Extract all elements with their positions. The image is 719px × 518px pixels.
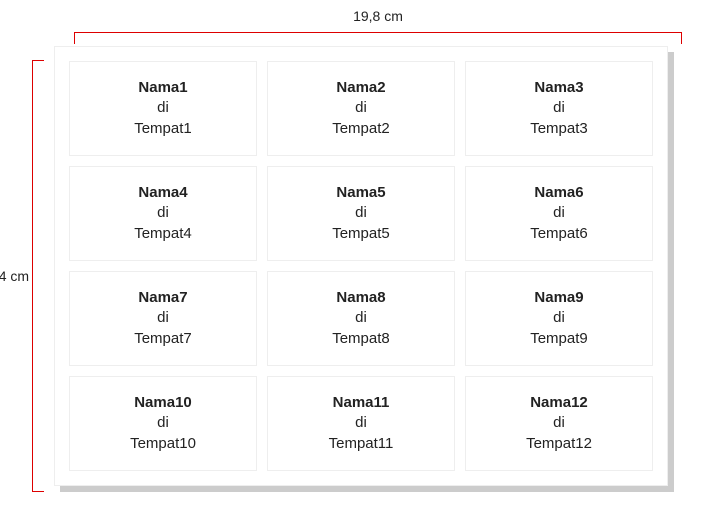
- label-place: Tempat2: [332, 119, 390, 139]
- label-separator: di: [355, 413, 367, 433]
- label-name: Nama12: [530, 393, 588, 413]
- label-cell: Nama11 di Tempat11: [267, 376, 455, 471]
- label-place: Tempat12: [526, 434, 592, 454]
- label-place: Tempat7: [134, 329, 192, 349]
- label-name: Nama9: [534, 288, 583, 308]
- label-cell: Nama10 di Tempat10: [69, 376, 257, 471]
- height-dimension-bracket: [32, 60, 44, 492]
- label-cell: Nama5 di Tempat5: [267, 166, 455, 261]
- label-place: Tempat9: [530, 329, 588, 349]
- label-place: Tempat8: [332, 329, 390, 349]
- label-cell: Nama4 di Tempat4: [69, 166, 257, 261]
- label-separator: di: [157, 98, 169, 118]
- label-separator: di: [553, 413, 565, 433]
- label-cell: Nama7 di Tempat7: [69, 271, 257, 366]
- height-dimension-label: 14 cm: [0, 60, 30, 492]
- label-cell: Nama2 di Tempat2: [267, 61, 455, 156]
- label-separator: di: [355, 98, 367, 118]
- width-dimension-bracket: [74, 32, 682, 44]
- label-name: Nama10: [134, 393, 192, 413]
- diagram-stage: 19,8 cm 14 cm Nama1 di Tempat1 Nama2 di …: [0, 0, 719, 518]
- label-cell: Nama3 di Tempat3: [465, 61, 653, 156]
- label-cell: Nama1 di Tempat1: [69, 61, 257, 156]
- label-place: Tempat11: [329, 434, 394, 454]
- label-name: Nama1: [138, 78, 187, 98]
- label-separator: di: [355, 308, 367, 328]
- width-dimension-label: 19,8 cm: [74, 8, 682, 24]
- label-name: Nama11: [333, 393, 390, 413]
- label-place: Tempat6: [530, 224, 588, 244]
- label-cell: Nama6 di Tempat6: [465, 166, 653, 261]
- label-cell: Nama12 di Tempat12: [465, 376, 653, 471]
- label-name: Nama5: [336, 183, 385, 203]
- label-grid: Nama1 di Tempat1 Nama2 di Tempat2 Nama3 …: [69, 61, 653, 471]
- label-place: Tempat10: [130, 434, 196, 454]
- label-name: Nama8: [336, 288, 385, 308]
- label-place: Tempat3: [530, 119, 588, 139]
- label-name: Nama2: [336, 78, 385, 98]
- label-separator: di: [553, 203, 565, 223]
- label-name: Nama7: [138, 288, 187, 308]
- label-place: Tempat4: [134, 224, 192, 244]
- label-cell: Nama8 di Tempat8: [267, 271, 455, 366]
- label-separator: di: [157, 203, 169, 223]
- label-place: Tempat1: [134, 119, 192, 139]
- label-name: Nama3: [534, 78, 583, 98]
- label-sheet: Nama1 di Tempat1 Nama2 di Tempat2 Nama3 …: [54, 46, 668, 486]
- label-name: Nama6: [534, 183, 583, 203]
- label-cell: Nama9 di Tempat9: [465, 271, 653, 366]
- label-separator: di: [355, 203, 367, 223]
- label-name: Nama4: [138, 183, 187, 203]
- label-place: Tempat5: [332, 224, 390, 244]
- label-separator: di: [553, 98, 565, 118]
- label-separator: di: [157, 413, 169, 433]
- label-separator: di: [157, 308, 169, 328]
- label-separator: di: [553, 308, 565, 328]
